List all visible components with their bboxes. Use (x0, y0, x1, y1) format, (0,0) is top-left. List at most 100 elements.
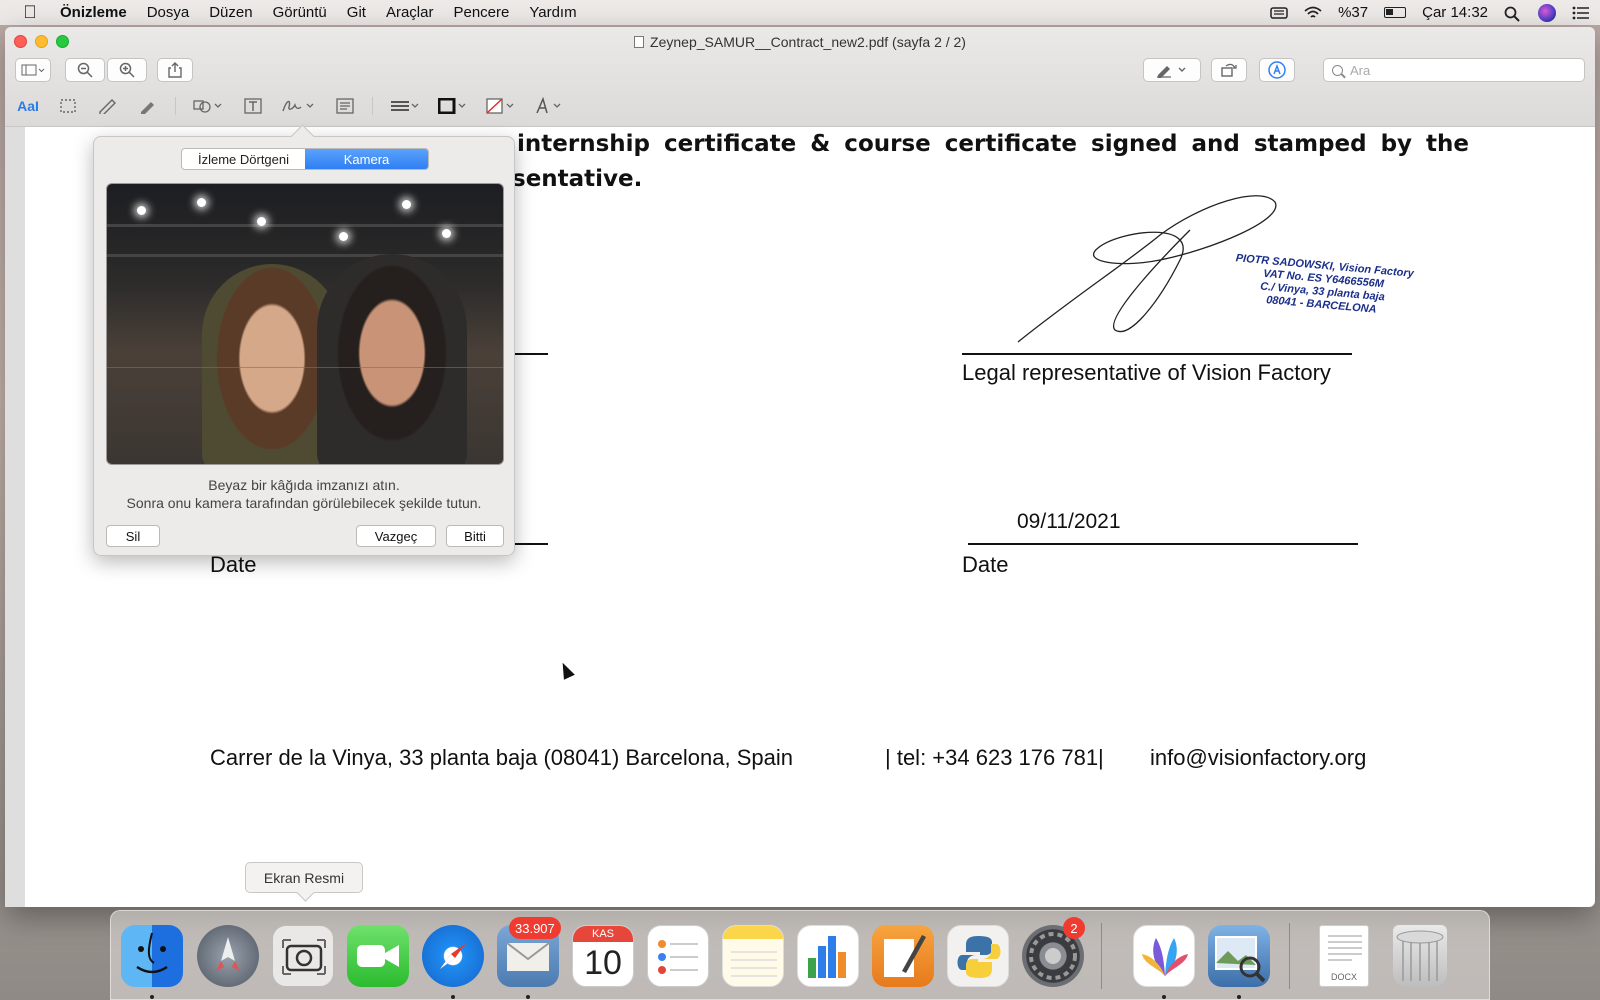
dock-separator (1289, 923, 1290, 989)
notification-center-icon[interactable] (1572, 6, 1590, 20)
text-box-tool[interactable] (240, 95, 266, 117)
trash-icon[interactable] (1393, 925, 1447, 987)
cancel-button[interactable]: Vazgeç (356, 525, 436, 547)
calendar-icon[interactable]: KAS 10 (572, 925, 634, 987)
menubar-clock[interactable]: Çar 14:32 (1422, 4, 1488, 21)
note-icon (336, 98, 354, 114)
pages-icon[interactable] (872, 925, 934, 987)
toolbar-row: Ara (15, 58, 1585, 82)
sketch-tool[interactable] (95, 95, 121, 117)
done-button[interactable]: Bitti (446, 525, 504, 547)
facetime-icon[interactable] (347, 925, 409, 987)
dock: 33.907 KAS 10 2 DOCX (110, 910, 1490, 1000)
reminders-icon[interactable] (647, 925, 709, 987)
keyboard-input-icon[interactable] (1270, 6, 1288, 20)
siri-icon[interactable] (1538, 3, 1556, 22)
fill-color-tool[interactable] (485, 95, 519, 117)
sidebar-icon (21, 64, 45, 76)
preview-app-icon[interactable] (1208, 925, 1270, 987)
menu-edit[interactable]: Düzen (199, 4, 262, 21)
zoom-out-button[interactable] (65, 58, 105, 82)
sidebar-toggle-button[interactable] (15, 58, 51, 82)
menu-file[interactable]: Dosya (137, 4, 200, 21)
rotate-button[interactable] (1211, 58, 1247, 82)
tab-trackpad[interactable]: İzleme Dörtgeni (182, 149, 305, 169)
rectangular-selection-tool[interactable] (55, 95, 81, 117)
dock-separator (1101, 923, 1102, 989)
docx-file-icon[interactable]: DOCX (1319, 925, 1369, 987)
signature-source-segmented-control: İzleme Dörtgeni Kamera (181, 148, 429, 170)
finder-icon[interactable] (121, 925, 183, 987)
running-indicator (1162, 995, 1166, 999)
menu-tools[interactable]: Araçlar (376, 4, 444, 21)
date-value[interactable]: 09/11/2021 (1017, 510, 1121, 534)
running-indicator (526, 995, 530, 999)
text-style-icon (536, 97, 561, 114)
clear-button[interactable]: Sil (106, 525, 160, 547)
notes-icon[interactable] (722, 925, 784, 987)
spotlight-search-icon[interactable] (1504, 6, 1522, 22)
menu-help[interactable]: Yardım (519, 4, 586, 21)
text-style-tool[interactable] (533, 95, 567, 117)
window-toolbar: Zeynep_SAMUR__Contract_new2.pdf (sayfa 2… (5, 27, 1595, 127)
highlight-button[interactable] (1143, 58, 1201, 82)
footer-email: info@visionfactory.org (1150, 745, 1367, 770)
numbers-icon[interactable] (797, 925, 859, 987)
signature-line-left (510, 353, 548, 355)
markup-toolbar-toggle[interactable] (1259, 58, 1295, 82)
zoom-out-icon (77, 62, 93, 78)
tab-camera[interactable]: Kamera (305, 149, 428, 169)
python-icon[interactable] (947, 925, 1009, 987)
signature-line-right (962, 353, 1352, 355)
battery-percent[interactable]: %37 (1338, 4, 1368, 21)
signature-tool[interactable] (280, 95, 318, 117)
footer-telephone: | tel: +34 623 176 781| (885, 745, 1104, 770)
menu-app-name[interactable]: Önizleme (60, 4, 137, 21)
rotate-icon (1221, 63, 1237, 77)
ceiling-light (442, 229, 451, 238)
docx-label: DOCX (1330, 972, 1357, 982)
shapes-tool[interactable] (192, 95, 226, 117)
date-label-right: Date (962, 552, 1009, 577)
selection-rect-icon (60, 99, 76, 113)
ceiling-light (339, 232, 348, 241)
menu-bar:  Önizleme Dosya Düzen Görüntü Git Araçl… (0, 0, 1600, 25)
share-icon (168, 62, 182, 78)
camera-instruction-2: Sonra onu kamera tarafından görülebilece… (126, 495, 482, 511)
window-title: Zeynep_SAMUR__Contract_new2.pdf (sayfa 2… (650, 34, 966, 50)
shape-style-tool[interactable] (389, 95, 423, 117)
doc-text-line-2: sentative. (512, 166, 643, 192)
menu-view[interactable]: Görüntü (263, 4, 337, 21)
document-margin (5, 127, 25, 907)
toolbar-separator (372, 97, 373, 115)
camera-person-right (317, 254, 467, 464)
pdf-document-icon (634, 36, 645, 48)
apple-menu-icon[interactable]:  (0, 2, 60, 23)
zoom-in-button[interactable] (107, 58, 147, 82)
ceiling-light (257, 217, 266, 226)
footer-address: Carrer de la Vinya, 33 planta baja (0804… (210, 745, 793, 770)
menu-window[interactable]: Pencere (443, 4, 519, 21)
doc-text-line-1: internship certificate & course certific… (517, 131, 1469, 157)
search-placeholder: Ara (1350, 62, 1371, 78)
battery-icon[interactable] (1384, 7, 1407, 18)
zoom-in-icon (119, 62, 135, 78)
launchpad-icon[interactable] (197, 925, 259, 987)
running-indicator (150, 995, 154, 999)
wifi-icon[interactable] (1304, 6, 1322, 20)
mindnode-icon[interactable] (1133, 925, 1195, 987)
text-selection-tool[interactable]: AaI (15, 95, 41, 117)
menu-go[interactable]: Git (337, 4, 376, 21)
markup-toolbar: AaI (15, 93, 581, 119)
legal-representative-label: Legal representative of Vision Factory (962, 360, 1331, 385)
note-tool[interactable] (332, 95, 358, 117)
ceiling-light (137, 206, 146, 215)
safari-icon[interactable] (422, 925, 484, 987)
share-button[interactable] (157, 58, 193, 82)
draw-tool[interactable] (135, 95, 161, 117)
ceiling-light (402, 200, 411, 209)
border-color-tool[interactable] (437, 95, 471, 117)
draw-pen-icon (141, 102, 154, 114)
search-field[interactable]: Ara (1323, 58, 1585, 82)
screenshot-icon[interactable] (272, 925, 334, 987)
